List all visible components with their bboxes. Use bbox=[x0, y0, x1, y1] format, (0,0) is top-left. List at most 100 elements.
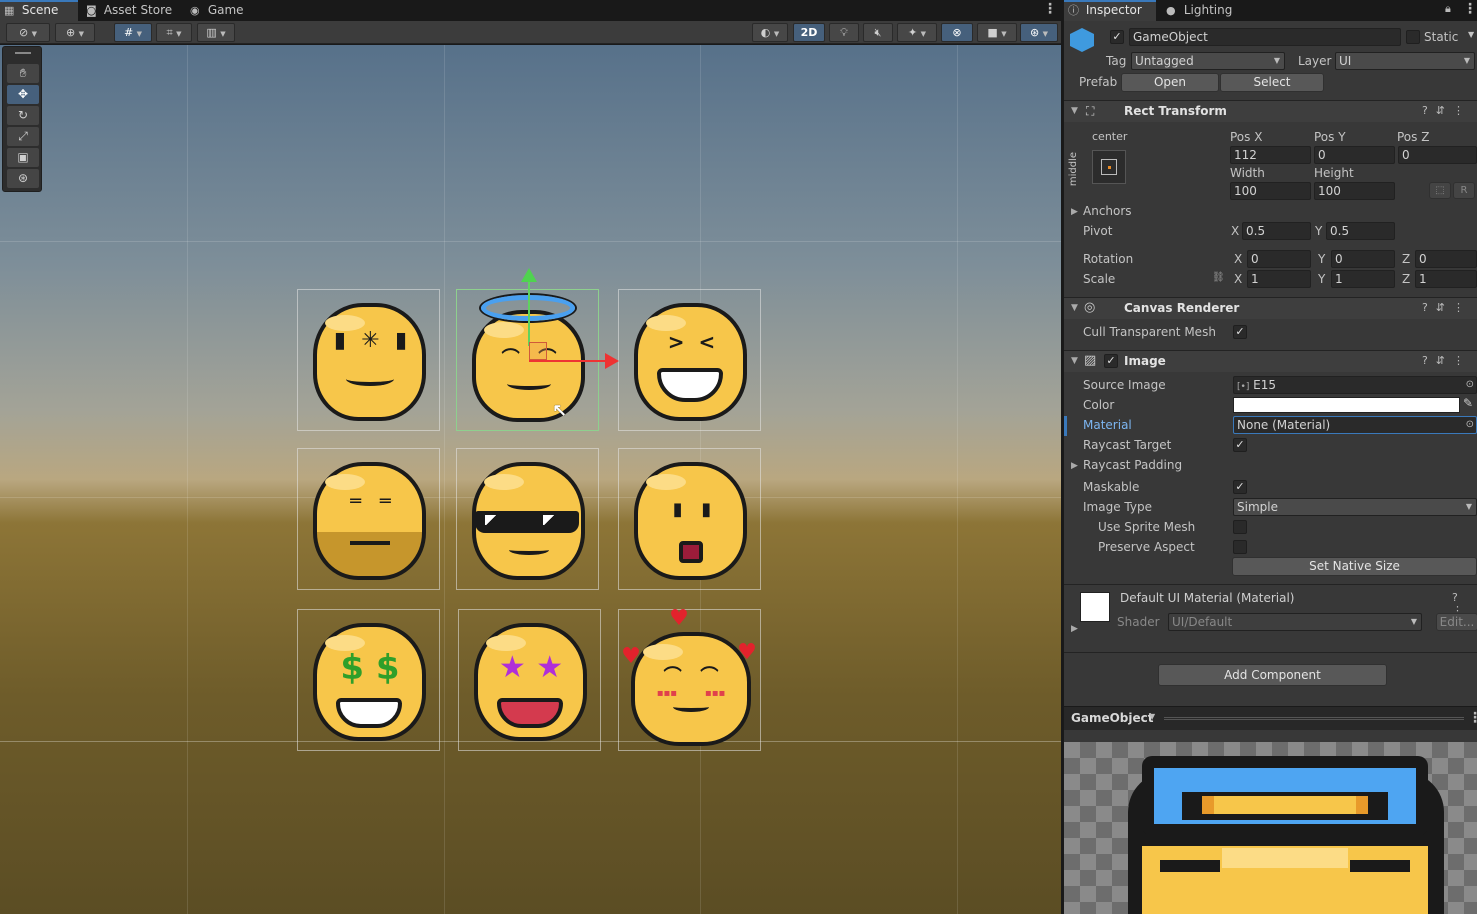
object-picker-icon[interactable]: ⊙ bbox=[1466, 377, 1474, 393]
grid-visibility-button[interactable]: ▥ ▼ bbox=[197, 23, 235, 42]
set-native-size-button[interactable]: Set Native Size bbox=[1232, 557, 1477, 576]
rotation-y-field[interactable]: 0 bbox=[1331, 250, 1395, 268]
component-header-icons[interactable]: ?⇵⋮ bbox=[1422, 301, 1472, 314]
sprite-laughing-face[interactable]: > < bbox=[618, 289, 761, 431]
camera-button[interactable]: ■ ▼ bbox=[977, 23, 1017, 42]
inspector-menu-kebab-icon[interactable]: ⋮ bbox=[1463, 1, 1477, 17]
sprite-dizzy-face[interactable]: ▮ ✳ ▮ bbox=[297, 289, 440, 431]
tab-game[interactable]: ◉ Game bbox=[186, 0, 256, 21]
gameobject-cube-icon[interactable] bbox=[1070, 28, 1094, 52]
move-tool-button[interactable]: ✥ bbox=[7, 85, 39, 104]
audio-toggle[interactable]: 🔇︎ bbox=[863, 23, 893, 42]
color-swatch[interactable] bbox=[1233, 397, 1460, 413]
scale-tool-button[interactable]: ⤢ bbox=[7, 127, 39, 146]
layer-dropdown[interactable]: UI ▼ bbox=[1335, 52, 1475, 70]
raycast-target-checkbox[interactable]: ✓ bbox=[1233, 438, 1247, 452]
object-picker-icon[interactable]: ⊙ bbox=[1466, 417, 1474, 433]
material-foldout-icon[interactable]: ▶ bbox=[1071, 624, 1078, 634]
raycast-padding-label[interactable]: Raycast Padding bbox=[1083, 458, 1182, 472]
sprite-angel-face[interactable]: ⌒ ⌒ bbox=[456, 268, 619, 431]
draw-mode-button[interactable]: ⊘ ▼ bbox=[6, 23, 50, 42]
constrain-proportions-icon[interactable]: ⛓︎ bbox=[1212, 272, 1225, 283]
width-field[interactable]: 100 bbox=[1230, 182, 1311, 200]
maskable-checkbox[interactable]: ✓ bbox=[1233, 480, 1247, 494]
canvas-renderer-header[interactable]: ▼ ◎ Canvas Renderer ?⇵⋮ bbox=[1064, 297, 1477, 319]
grid-snap-button[interactable]: # ▼ bbox=[114, 23, 152, 42]
rect-transform-header[interactable]: ▼ ⛶ Rect Transform ?⇵⋮ bbox=[1064, 100, 1477, 122]
scale-y-field[interactable]: 1 bbox=[1331, 270, 1395, 288]
y-axis-arrow-icon[interactable] bbox=[521, 268, 537, 282]
component-header-icons[interactable]: ?⇵⋮ bbox=[1422, 104, 1472, 117]
shader-edit-button[interactable]: Edit... bbox=[1436, 613, 1477, 631]
active-checkbox[interactable]: ✓ bbox=[1110, 30, 1124, 44]
sprite-worried-face[interactable]: ═ ═ bbox=[297, 448, 440, 590]
shading-button[interactable]: ◐ ▼ bbox=[752, 23, 788, 42]
lock-icon[interactable]: 🔒︎ bbox=[1445, 2, 1451, 16]
image-type-dropdown[interactable]: Simple ▼ bbox=[1233, 498, 1477, 516]
y-axis-handle[interactable] bbox=[528, 274, 530, 346]
anchors-foldout-icon[interactable]: ▶ bbox=[1071, 207, 1078, 217]
hidden-objects-toggle[interactable]: ⊗ bbox=[941, 23, 973, 42]
x-axis-arrow-icon[interactable] bbox=[605, 353, 619, 369]
hand-tool-button[interactable]: ✋︎ bbox=[7, 64, 39, 83]
effects-button[interactable]: ✦ ▼ bbox=[897, 23, 937, 42]
mode-2d-button[interactable]: 2D bbox=[793, 23, 825, 42]
add-component-button[interactable]: Add Component bbox=[1158, 664, 1387, 686]
lighting-toggle[interactable]: 💡︎ bbox=[829, 23, 859, 42]
pos-x-field[interactable]: 112 bbox=[1230, 146, 1311, 164]
tab-inspector[interactable]: ⓘ Inspector bbox=[1064, 0, 1156, 21]
rotate-tool-button[interactable]: ↻ bbox=[7, 106, 39, 125]
pivot-y-field[interactable]: 0.5 bbox=[1326, 222, 1395, 240]
image-enabled-checkbox[interactable]: ✓ bbox=[1104, 354, 1118, 368]
sprite-star-eyes-face[interactable]: ★ ★ bbox=[458, 609, 601, 751]
raw-edit-button[interactable]: R bbox=[1453, 182, 1475, 199]
scene-menu-kebab-icon[interactable]: ⋮ bbox=[1043, 1, 1057, 17]
material-preview-swatch[interactable] bbox=[1080, 592, 1110, 622]
gizmos-button[interactable]: ⊛ ▼ bbox=[1020, 23, 1058, 42]
height-field[interactable]: 100 bbox=[1314, 182, 1395, 200]
plane-handle[interactable] bbox=[529, 342, 547, 360]
increment-snap-button[interactable]: ⌗ ▼ bbox=[156, 23, 192, 42]
eyedropper-icon[interactable]: ✎ bbox=[1463, 396, 1473, 410]
tab-lighting[interactable]: ● Lighting bbox=[1162, 0, 1242, 21]
sprite-surprised-face[interactable]: ▮ ▮ bbox=[618, 448, 761, 590]
use-sprite-mesh-checkbox[interactable] bbox=[1233, 520, 1247, 534]
tab-scene[interactable]: ▦ Scene bbox=[0, 0, 78, 21]
scale-x-field[interactable]: 1 bbox=[1247, 270, 1311, 288]
prefab-open-button[interactable]: Open bbox=[1121, 73, 1219, 92]
pos-z-field[interactable]: 0 bbox=[1398, 146, 1477, 164]
cull-transparent-mesh-checkbox[interactable]: ✓ bbox=[1233, 325, 1247, 339]
pivot-x-field[interactable]: 0.5 bbox=[1242, 222, 1311, 240]
static-checkbox[interactable] bbox=[1406, 30, 1420, 44]
shader-dropdown[interactable]: UI/Default ▼ bbox=[1168, 613, 1422, 631]
rect-tool-button[interactable]: ▣ bbox=[7, 148, 39, 167]
tab-asset-store[interactable]: ◙ Asset Store bbox=[82, 0, 182, 21]
anchor-presets-button[interactable] bbox=[1092, 150, 1126, 184]
preview-resize-handle[interactable] bbox=[1164, 717, 1464, 720]
drag-handle-icon[interactable] bbox=[15, 52, 31, 54]
sprite-love-hearts-face[interactable]: ♥ ♥ ♥ ⌒ ⌒ ▪▪▪ ▪▪▪ bbox=[618, 606, 761, 751]
chevron-down-icon[interactable]: ▼ bbox=[1149, 712, 1155, 721]
scale-z-field[interactable]: 1 bbox=[1415, 270, 1477, 288]
preserve-aspect-checkbox[interactable] bbox=[1233, 540, 1247, 554]
tag-dropdown[interactable]: Untagged ▼ bbox=[1131, 52, 1285, 70]
sprite-sunglasses-face[interactable] bbox=[456, 448, 599, 590]
pos-y-field[interactable]: 0 bbox=[1314, 146, 1395, 164]
preview-header[interactable]: GameObject ▼ ⋮ bbox=[1064, 706, 1477, 730]
static-dropdown-icon[interactable]: ▼ bbox=[1468, 30, 1474, 39]
x-axis-handle[interactable] bbox=[529, 360, 609, 362]
blueprint-mode-button[interactable]: ⬚ bbox=[1429, 182, 1451, 199]
prefab-select-button[interactable]: Select bbox=[1220, 73, 1324, 92]
transform-tool-button[interactable]: ⊛ bbox=[7, 169, 39, 188]
raycast-padding-foldout-icon[interactable]: ▶ bbox=[1071, 461, 1078, 471]
material-field[interactable]: None (Material) ⊙ bbox=[1233, 416, 1477, 434]
image-header[interactable]: ▼ ▨ ✓ Image ?⇵⋮ bbox=[1064, 350, 1477, 372]
rotation-x-field[interactable]: 0 bbox=[1247, 250, 1311, 268]
rotation-z-field[interactable]: 0 bbox=[1415, 250, 1477, 268]
scene-viewport[interactable]: ▮ ✳ ▮ ⌒ ⌒ > < ═ ═ ▮ ▮ $ $ ★ ★ ♥ ♥ ♥ ⌒ ⌒ … bbox=[0, 45, 1061, 914]
global-button[interactable]: ⊕ ▼ bbox=[55, 23, 95, 42]
component-header-icons[interactable]: ?⇵⋮ bbox=[1422, 354, 1472, 367]
gameobject-name-field[interactable]: GameObject bbox=[1129, 28, 1401, 46]
preview-menu-kebab-icon[interactable]: ⋮ bbox=[1468, 710, 1477, 726]
sprite-money-eyes-face[interactable]: $ $ bbox=[297, 609, 440, 751]
